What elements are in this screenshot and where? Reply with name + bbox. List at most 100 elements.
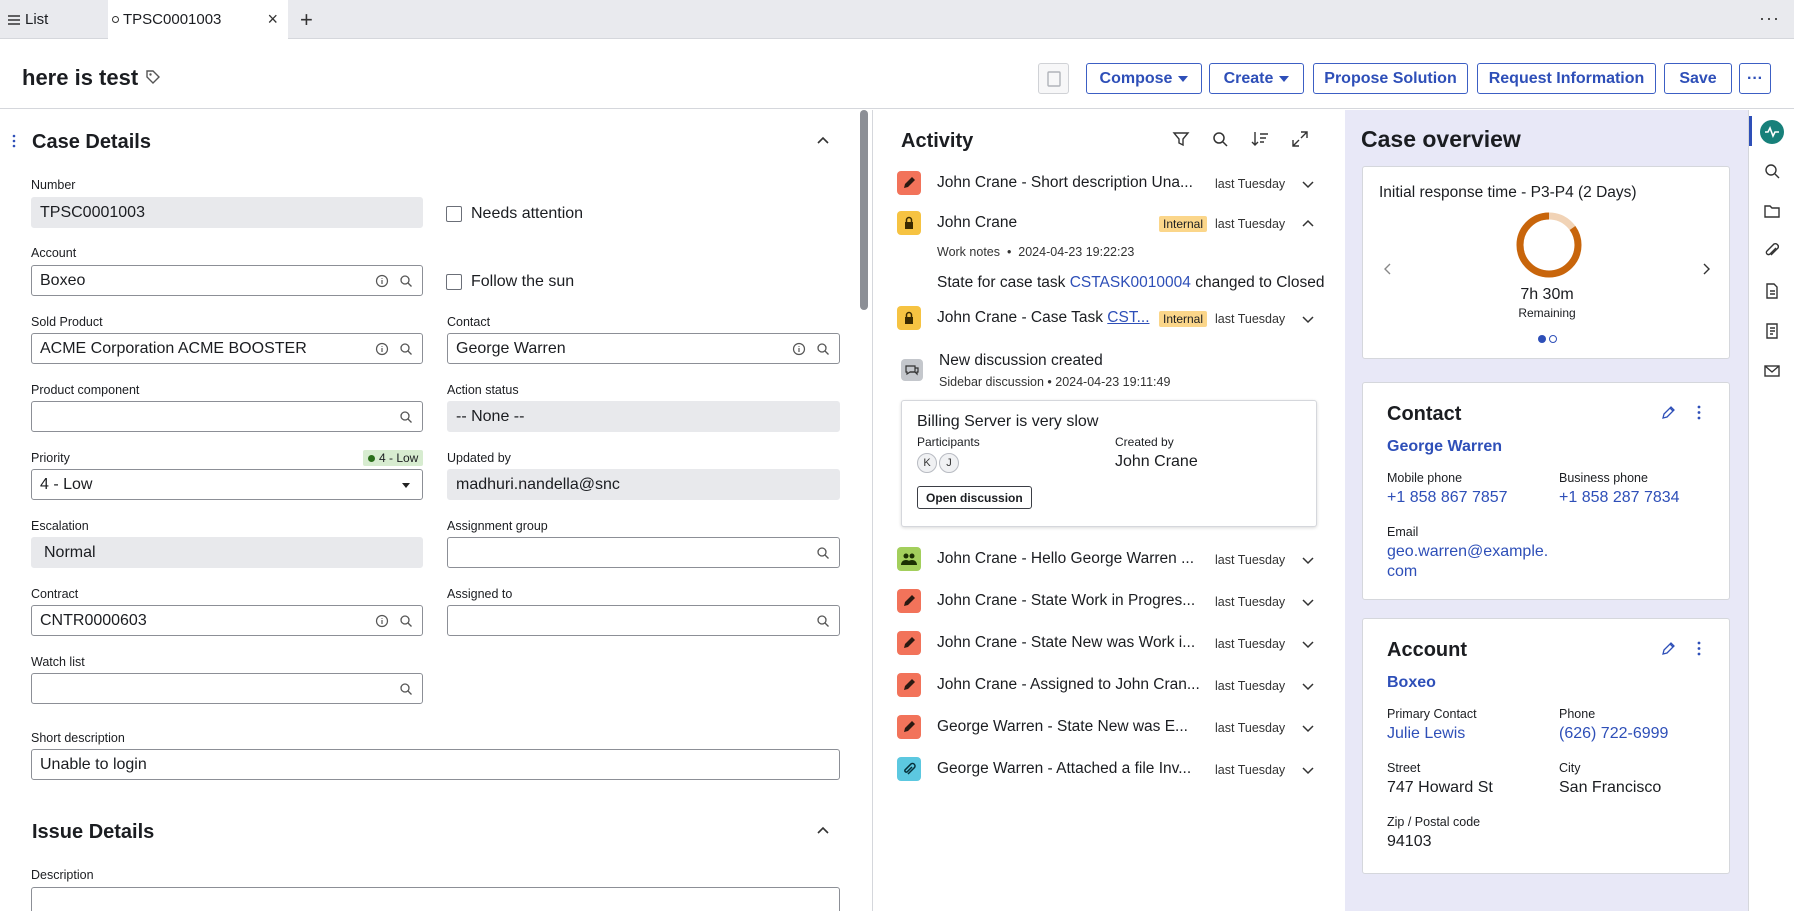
chevron-up-icon[interactable] — [1301, 217, 1315, 231]
activity-item[interactable]: John Crane - State New was Work i... las… — [897, 631, 1327, 657]
number-field: TPSC0001003 — [31, 197, 423, 228]
description-field[interactable] — [31, 887, 840, 911]
needs-attention-checkbox[interactable] — [446, 206, 462, 222]
short-description-field[interactable]: Unable to login — [31, 749, 840, 780]
activity-item[interactable]: John Crane - Assigned to John Cran... la… — [897, 673, 1327, 699]
chevron-up-icon[interactable] — [816, 824, 830, 838]
case-task-link[interactable]: CST... — [1107, 309, 1149, 326]
contract-value: CNTR0000603 — [40, 611, 147, 629]
contact-field[interactable]: George Warren — [447, 333, 840, 364]
save-button[interactable]: Save — [1664, 63, 1732, 94]
primary-contact-link[interactable]: Julie Lewis — [1387, 725, 1465, 743]
chevron-down-icon[interactable] — [1301, 721, 1315, 735]
search-icon[interactable] — [816, 342, 830, 356]
email-link[interactable]: geo.warren@example. — [1387, 543, 1548, 561]
work-notes-time: 2024-04-23 19:22:23 — [1018, 245, 1135, 259]
chevron-down-icon[interactable] — [1301, 312, 1315, 326]
product-component-field[interactable] — [31, 401, 423, 432]
chevron-down-icon[interactable] — [1301, 763, 1315, 777]
mail-icon[interactable] — [1763, 362, 1781, 380]
contact-name-link[interactable]: George Warren — [1387, 438, 1502, 456]
chevron-down-icon[interactable] — [1301, 553, 1315, 567]
more-icon[interactable]: ··· — [1759, 8, 1780, 29]
request-information-button[interactable]: Request Information — [1477, 63, 1656, 94]
search-icon[interactable] — [816, 614, 830, 628]
tag-icon[interactable] — [145, 69, 161, 85]
caret-down-icon — [1178, 75, 1189, 82]
tab-case[interactable]: TPSC0001003 × — [108, 0, 288, 39]
activity-item[interactable]: George Warren - Attached a file Inv... l… — [897, 757, 1327, 783]
document-icon[interactable] — [1763, 282, 1781, 300]
activity-item[interactable]: George Warren - State New was E... last … — [897, 715, 1327, 741]
work-notes-label: Work notes — [937, 245, 1000, 259]
search-icon[interactable] — [1211, 130, 1229, 148]
knowledge-search-icon[interactable] — [1763, 162, 1781, 180]
search-icon[interactable] — [399, 342, 413, 356]
phone-link[interactable]: (626) 722-6999 — [1559, 725, 1668, 743]
assigned-to-field[interactable] — [447, 605, 840, 636]
info-icon[interactable] — [792, 342, 806, 356]
search-icon[interactable] — [399, 682, 413, 696]
search-icon[interactable] — [399, 274, 413, 288]
info-icon[interactable] — [375, 274, 389, 288]
expand-icon[interactable] — [1291, 130, 1309, 148]
chevron-down-icon[interactable] — [1301, 177, 1315, 191]
edit-icon[interactable] — [1661, 641, 1676, 656]
chat-icon — [901, 359, 923, 381]
search-icon[interactable] — [399, 614, 413, 628]
open-discussion-button[interactable]: Open discussion — [917, 486, 1032, 509]
scrollbar[interactable] — [860, 110, 868, 310]
close-icon[interactable]: × — [267, 9, 278, 30]
filter-icon[interactable] — [1172, 130, 1190, 148]
pencil-icon — [897, 171, 921, 195]
contract-field[interactable]: CNTR0000603 — [31, 605, 423, 636]
activity-item[interactable]: John Crane Internal last Tuesday — [897, 211, 1327, 237]
activity-item[interactable]: John Crane - State Work in Progres... la… — [897, 589, 1327, 615]
sort-icon[interactable] — [1251, 130, 1269, 148]
business-phone-link[interactable]: +1 858 287 7834 — [1559, 489, 1680, 507]
folder-icon[interactable] — [1763, 202, 1781, 220]
watch-list-field[interactable] — [31, 673, 423, 704]
paperclip-icon[interactable] — [1763, 242, 1781, 260]
search-icon[interactable] — [816, 546, 830, 560]
email-link-cont[interactable]: com — [1387, 563, 1417, 581]
info-icon[interactable] — [375, 342, 389, 356]
more-actions-button[interactable]: ··· — [1739, 63, 1771, 94]
chevron-down-icon[interactable] — [1301, 679, 1315, 693]
chevron-left-icon[interactable] — [1383, 263, 1393, 275]
chevron-down-icon[interactable] — [1301, 595, 1315, 609]
carousel-dot[interactable] — [1549, 335, 1557, 343]
notes-icon[interactable] — [1763, 322, 1781, 340]
chevron-down-icon[interactable] — [1301, 637, 1315, 651]
more-vertical-icon[interactable] — [1697, 405, 1701, 420]
priority-select[interactable]: 4 - Low — [31, 469, 423, 500]
activity-item[interactable]: John Crane - Case Task CST... Internal l… — [897, 306, 1327, 332]
mobile-phone-link[interactable]: +1 858 867 7857 — [1387, 489, 1508, 507]
chevron-right-icon[interactable] — [1701, 263, 1711, 275]
compose-button[interactable]: Compose — [1086, 63, 1202, 94]
activity-item[interactable]: John Crane - Hello George Warren ... las… — [897, 547, 1327, 573]
create-button[interactable]: Create — [1209, 63, 1304, 94]
more-vertical-icon[interactable] — [1697, 641, 1701, 656]
assignment-group-field[interactable] — [447, 537, 840, 568]
chevron-up-icon[interactable] — [816, 134, 830, 148]
activity-item[interactable]: John Crane - Short description Una... la… — [897, 171, 1327, 197]
follow-the-sun-checkbox[interactable] — [446, 274, 462, 290]
account-name-link[interactable]: Boxeo — [1387, 674, 1436, 692]
search-icon[interactable] — [399, 410, 413, 424]
drag-handle-icon[interactable] — [12, 134, 16, 148]
carousel-dot-active[interactable] — [1538, 335, 1546, 343]
updated-by-field: madhuri.nandella@snc — [447, 469, 840, 500]
menu-icon — [8, 14, 20, 25]
sold-product-field[interactable]: ACME Corporation ACME BOOSTER — [31, 333, 423, 364]
street-label: Street — [1387, 761, 1421, 775]
new-tab-button[interactable]: + — [300, 0, 313, 39]
edit-icon[interactable] — [1661, 405, 1676, 420]
pulse-icon[interactable] — [1760, 120, 1784, 144]
account-field[interactable]: Boxeo — [31, 265, 423, 296]
propose-solution-button[interactable]: Propose Solution — [1313, 63, 1468, 94]
document-button[interactable] — [1038, 63, 1069, 94]
info-icon[interactable] — [375, 614, 389, 628]
tab-list[interactable]: List — [8, 0, 48, 39]
case-task-link[interactable]: CSTASK0010004 — [1070, 274, 1191, 291]
